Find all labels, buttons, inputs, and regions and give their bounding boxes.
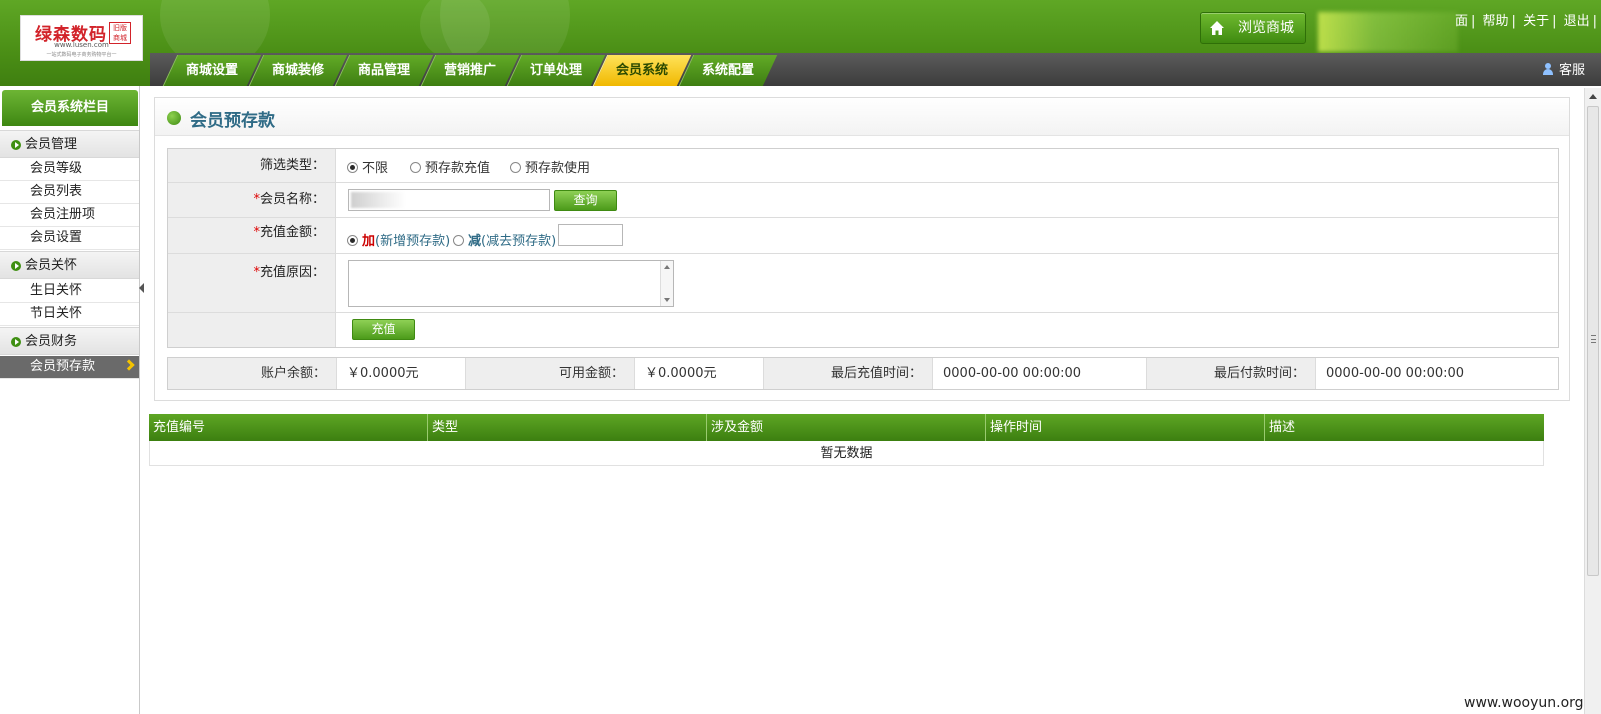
- watermark: www.wooyun.org: [1464, 695, 1584, 711]
- query-button[interactable]: 查询: [554, 190, 617, 211]
- page-scrollbar[interactable]: [1584, 88, 1601, 714]
- textarea-scrollbar[interactable]: [660, 261, 673, 306]
- nav-tab-product-management[interactable]: 商品管理: [334, 55, 434, 86]
- deposit-panel: 会员预存款 筛选类型： 不限 预存款充值 预存款使用 *会员名称： 查询 *充值…: [154, 97, 1570, 401]
- sidebar-group-member-finance[interactable]: 会员财务: [0, 327, 139, 355]
- available-label: 可用金额：: [466, 358, 635, 389]
- recharge-button[interactable]: 充值: [352, 319, 415, 340]
- filter-option-all[interactable]: 不限: [347, 157, 388, 176]
- last-recharge-value: 0000-00-00 00:00:00: [933, 358, 1147, 389]
- scroll-up-arrow[interactable]: [1589, 94, 1597, 99]
- col-description: 描述: [1269, 420, 1296, 435]
- person-icon: [1543, 63, 1553, 75]
- filter-label: 筛选类型：: [168, 149, 336, 182]
- radio[interactable]: [410, 162, 421, 173]
- col-recharge-id: 充值编号: [149, 414, 428, 441]
- logo-url: www.lusen.com: [54, 41, 109, 49]
- top-link-about[interactable]: 关于: [1523, 14, 1549, 29]
- sidebar-item-birthday-care[interactable]: 生日关怀: [0, 280, 139, 303]
- table-empty-row: 暂无数据: [149, 441, 1544, 466]
- main-content: 会员预存款 筛选类型： 不限 预存款充值 预存款使用 *会员名称： 查询 *充值…: [148, 88, 1582, 714]
- top-link-logout[interactable]: 退出: [1564, 14, 1590, 29]
- radio-selected[interactable]: [347, 162, 358, 173]
- last-recharge-label: 最后充值时间：: [764, 358, 933, 389]
- amount-label: *充值金额：: [168, 218, 336, 253]
- sidebar-item-registration-fields[interactable]: 会员注册项: [0, 204, 139, 227]
- reason-label: *充值原因：: [168, 254, 336, 312]
- sidebar-item-member-settings[interactable]: 会员设置: [0, 227, 139, 250]
- customer-service-label: 客服: [1559, 63, 1586, 78]
- arrow-circle-icon: [11, 261, 21, 271]
- top-link-help[interactable]: 帮助: [1483, 14, 1509, 29]
- reason-textarea[interactable]: [348, 260, 674, 307]
- member-name-input[interactable]: [348, 189, 550, 211]
- nav-tab-mall-settings[interactable]: 商城设置: [162, 55, 262, 86]
- amount-row: *充值金额： 加(新增预存款) 减(减去预存款): [168, 218, 1558, 254]
- page-title: 会员预存款: [190, 111, 275, 131]
- nav-tab-mall-decoration[interactable]: 商城装修: [248, 55, 348, 86]
- browse-store-label: 浏览商城: [1238, 20, 1294, 36]
- green-ball-icon: [167, 111, 181, 125]
- sidebar: 会员系统栏目 会员管理 会员等级 会员列表 会员注册项 会员设置 会员关怀 生日…: [0, 86, 140, 714]
- member-name-row: *会员名称： 查询: [168, 183, 1558, 218]
- browse-store-button[interactable]: 浏览商城: [1200, 12, 1306, 44]
- radio[interactable]: [453, 235, 464, 246]
- col-type: 类型: [428, 414, 707, 441]
- top-link-home[interactable]: 面: [1455, 14, 1468, 29]
- balance-label: 账户余额：: [168, 358, 337, 389]
- deposit-form: 筛选类型： 不限 预存款充值 预存款使用 *会员名称： 查询 *充值金额： 加(…: [167, 148, 1559, 348]
- radio-selected[interactable]: [347, 235, 358, 246]
- table-header: 充值编号 类型 涉及金额 操作时间 描述: [149, 414, 1544, 441]
- reason-row: *充值原因：: [168, 254, 1558, 313]
- nav-tab-member-system[interactable]: 会员系统: [592, 55, 692, 86]
- radio[interactable]: [510, 162, 521, 173]
- nav-tab-orders[interactable]: 订单处理: [506, 55, 606, 86]
- amount-option-subtract[interactable]: 减(减去预存款): [453, 230, 556, 249]
- arrow-circle-icon: [11, 337, 21, 347]
- last-payment-label: 最后付款时间：: [1147, 358, 1316, 389]
- arrow-circle-icon: [11, 140, 21, 150]
- user-name-blurred: [1318, 12, 1458, 52]
- home-icon: [1210, 21, 1224, 35]
- amount-option-add[interactable]: 加(新增预存款): [347, 230, 450, 249]
- sidebar-group-member-management[interactable]: 会员管理: [0, 130, 139, 158]
- submit-row: 充值: [168, 313, 1558, 347]
- logo-slogan: 一站式数码电子商务购物平台一: [46, 52, 117, 58]
- member-name-label: *会员名称：: [168, 183, 336, 217]
- last-payment-value: 0000-00-00 00:00:00: [1316, 358, 1558, 389]
- sidebar-item-holiday-care[interactable]: 节日关怀: [0, 303, 139, 326]
- available-value: ￥0.0000元: [635, 358, 764, 389]
- chevron-right-icon: [123, 359, 135, 371]
- nav-tab-system-config[interactable]: 系统配置: [678, 55, 778, 86]
- balance-value: ￥0.0000元: [337, 358, 466, 389]
- sidebar-group-member-care[interactable]: 会员关怀: [0, 251, 139, 279]
- top-links: 面 | 帮助 | 关于 | 退出 |: [1455, 14, 1597, 29]
- sidebar-title: 会员系统栏目: [2, 90, 138, 126]
- sidebar-item-member-list[interactable]: 会员列表: [0, 181, 139, 204]
- filter-option-usage[interactable]: 预存款使用: [510, 157, 590, 176]
- filter-option-recharge[interactable]: 预存款充值: [410, 157, 490, 176]
- deposit-records-table: 充值编号 类型 涉及金额 操作时间 描述 暂无数据: [149, 414, 1544, 466]
- sidebar-item-member-deposit[interactable]: 会员预存款: [0, 356, 139, 379]
- nav-tab-marketing[interactable]: 营销推广: [420, 55, 520, 86]
- customer-service-link[interactable]: 客服: [1543, 59, 1585, 78]
- submit-label-cell: [168, 313, 336, 347]
- filter-row: 筛选类型： 不限 预存款充值 预存款使用: [168, 149, 1558, 183]
- amount-input[interactable]: [558, 224, 623, 246]
- panel-header: 会员预存款: [155, 98, 1569, 136]
- sidebar-collapse-toggle[interactable]: [138, 280, 146, 296]
- scroll-thumb[interactable]: [1587, 106, 1599, 576]
- col-amount: 涉及金额: [707, 414, 986, 441]
- col-operation-time: 操作时间: [986, 414, 1265, 441]
- sidebar-item-member-level[interactable]: 会员等级: [0, 158, 139, 181]
- site-logo[interactable]: 绿森数码 旧版商城 www.lusen.com 一站式数码电子商务购物平台一: [20, 15, 143, 61]
- account-summary: 账户余额： ￥0.0000元 可用金额： ￥0.0000元 最后充值时间： 00…: [167, 357, 1559, 390]
